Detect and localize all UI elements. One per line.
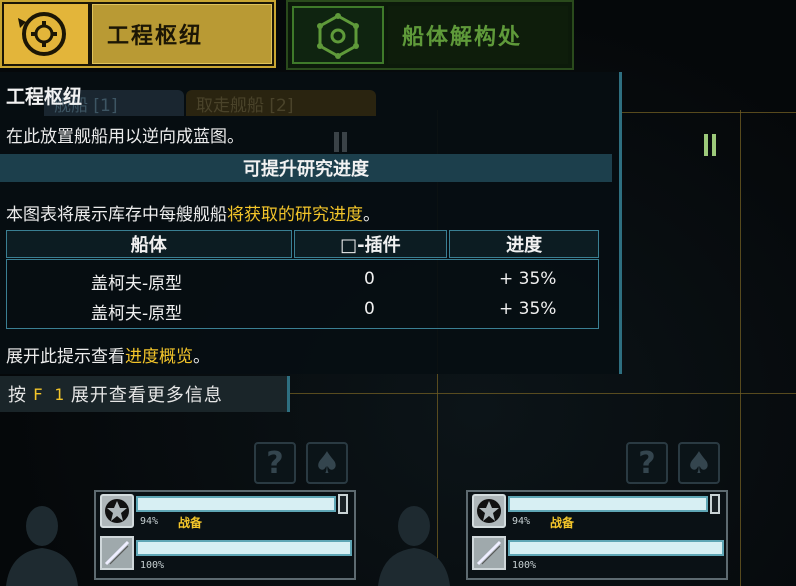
- bar-cap: [710, 494, 720, 514]
- table-row: 盖柯夫-原型 0 + 35%: [7, 266, 598, 294]
- wrench-icon: [100, 536, 134, 570]
- cell-progress: + 35%: [499, 299, 557, 319]
- cell-plugins: 0: [364, 299, 375, 319]
- hint-suffix: 展开查看更多信息: [70, 385, 223, 406]
- unknown-icon[interactable]: ?: [626, 442, 668, 484]
- tooltip-title: 工程枢纽: [6, 86, 83, 108]
- tab-label: 船体解构处: [388, 6, 568, 64]
- footer-prefix: 展开此提示查看: [6, 347, 125, 367]
- hex-network-icon: [292, 6, 384, 64]
- background-tab-take-ship: 取走舰船 [2]: [186, 90, 376, 116]
- section-header: 可提升研究进度: [0, 154, 612, 182]
- column-header-hull: 船体: [6, 230, 292, 258]
- tooltip-panel: 舰船 [1] 取走舰船 [2] 工程枢纽 在此放置舰船用以逆向成蓝图。 可提升研…: [0, 72, 622, 374]
- grid-line: [622, 112, 796, 113]
- chart-intro-prefix: 本图表将展示库存中每艘舰船: [6, 205, 227, 225]
- condition-value: 100%: [140, 560, 165, 571]
- tab-label: 工程枢纽: [92, 4, 272, 64]
- hint-prefix: 按: [8, 385, 27, 406]
- cell-progress: + 35%: [499, 269, 557, 289]
- research-table-body: 盖柯夫-原型 0 + 35% 盖柯夫-原型 0 + 35%: [6, 259, 599, 329]
- bar-cap: [338, 494, 348, 514]
- tooltip-description: 在此放置舰船用以逆向成蓝图。: [6, 127, 244, 147]
- pause-indicator: [712, 134, 716, 156]
- readiness-bar: [508, 496, 708, 512]
- expand-hint: 按 F 1 展开查看更多信息: [0, 376, 290, 412]
- chart-intro-suffix: 。: [363, 205, 380, 225]
- wrench-icon: [472, 536, 506, 570]
- spade-icon[interactable]: ♠: [306, 442, 348, 484]
- tooltip-footer: 展开此提示查看进度概览。: [6, 342, 210, 367]
- pause-indicator: [342, 132, 347, 152]
- column-header-plugins: □-插件: [293, 230, 448, 258]
- footer-highlight: 进度概览: [125, 347, 193, 367]
- pause-indicator: [334, 132, 339, 152]
- grid-line: [740, 110, 741, 586]
- ready-label: 战备: [550, 516, 575, 530]
- star-rank-icon: [100, 494, 134, 528]
- footer-suffix: 。: [193, 347, 210, 367]
- table-row: 盖柯夫-原型 0 + 35%: [7, 296, 598, 324]
- research-table-header: 船体 □-插件 进度: [6, 230, 599, 258]
- spade-icon[interactable]: ♠: [678, 442, 720, 484]
- tab-hull-deconstruction[interactable]: 船体解构处: [286, 0, 574, 70]
- cell-plugins: 0: [364, 269, 375, 289]
- back-gear-icon[interactable]: [4, 4, 88, 64]
- chart-intro-highlight: 将获取的研究进度: [227, 205, 363, 225]
- column-header-progress: 进度: [449, 230, 599, 258]
- pause-indicator: [704, 134, 708, 156]
- readiness-value: 94%: [140, 516, 159, 527]
- f1-key: F 1: [33, 384, 65, 404]
- tab-engineering-hub[interactable]: 工程枢纽: [0, 0, 276, 68]
- unknown-icon[interactable]: ?: [254, 442, 296, 484]
- star-rank-icon: [472, 494, 506, 528]
- ready-label: 战备: [178, 516, 203, 530]
- readiness-bar: [136, 496, 336, 512]
- cell-hull: 盖柯夫-原型: [91, 304, 183, 324]
- cell-hull: 盖柯夫-原型: [91, 274, 183, 294]
- condition-bar: [136, 540, 352, 556]
- pilot-silhouette-icon: [378, 506, 450, 586]
- chart-intro: 本图表将展示库存中每艘舰船将获取的研究进度。: [6, 200, 380, 225]
- grid-line: [290, 393, 796, 394]
- pilot-silhouette-icon: [6, 506, 78, 586]
- ship-slot-card[interactable]: 94% 战备 100%: [94, 490, 356, 580]
- condition-bar: [508, 540, 724, 556]
- readiness-value: 94%: [512, 516, 531, 527]
- ship-slot-card[interactable]: 94% 战备 100%: [466, 490, 728, 580]
- condition-value: 100%: [512, 560, 537, 571]
